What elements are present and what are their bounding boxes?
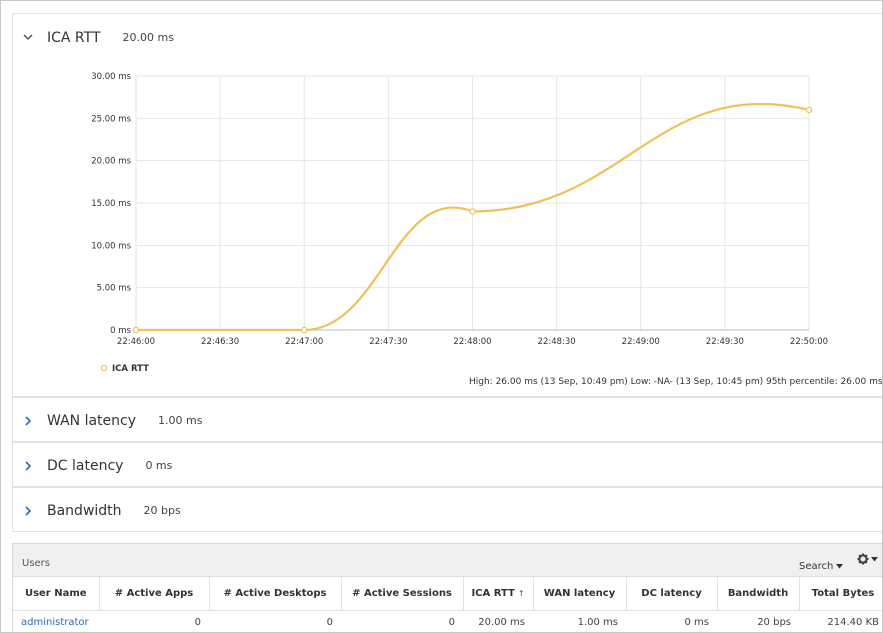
ica-rtt-chart: 22:46:00 22:46:30 22:47:00 22:47:30 22:48:00…: [91, 72, 828, 374]
y-tick-label: 20.00 ms: [91, 157, 131, 167]
column-label: ICA RTT: [471, 587, 515, 599]
table-cell: 214.40 KB: [827, 616, 879, 628]
x-tick-label: 22:50:00: [790, 337, 828, 347]
y-tick-label: 15.00 ms: [91, 199, 131, 209]
settings-menu[interactable]: [857, 553, 878, 565]
data-point: [469, 208, 476, 215]
x-tick-label: 22:47:00: [285, 337, 323, 347]
column-header-ica-rtt[interactable]: ICA RTT ↑: [463, 577, 534, 611]
data-point: [132, 326, 140, 334]
data-point: [301, 326, 308, 334]
chart-summary: High: 26.00 ms (13 Sep, 10:49 pm) Low: -…: [469, 377, 883, 387]
x-tick-label: 22:46:00: [117, 337, 155, 347]
column-header-bandwidth[interactable]: Bandwidth: [717, 577, 800, 611]
x-tick-label: 22:49:30: [706, 337, 744, 347]
bandwidth-panel: Bandwidth 20 bps: [12, 487, 882, 533]
panel-value: 0 ms: [145, 459, 173, 472]
user-name-link[interactable]: administrator: [13, 610, 99, 632]
y-tick-label: 25.00 ms: [91, 114, 131, 124]
table-cell: 20 bps: [757, 616, 791, 628]
column-header-active-sessions[interactable]: # Active Sessions: [341, 577, 464, 611]
chevron-right-icon[interactable]: [21, 459, 35, 473]
y-tick-label: 0 ms: [110, 326, 131, 336]
table-cell: 0 ms: [684, 616, 710, 628]
table-cell: 0: [326, 616, 333, 628]
panel-title: WAN latency: [47, 412, 137, 429]
ica-rtt-panel: ICA RTT 20.00 ms 22:46:00 22:46:30 22:47:0…: [12, 13, 883, 397]
column-header-dc-latency[interactable]: DC latency: [626, 577, 718, 611]
dc-latency-panel: DC latency 0 ms: [12, 442, 882, 488]
table-row[interactable]: administrator 0 0 0 20.00 ms 1.00 ms 0 m…: [13, 610, 882, 632]
search-label: Search: [799, 561, 834, 572]
users-toolbar: Users Search: [13, 544, 882, 577]
table-cell: 0: [194, 616, 201, 628]
panel-value: 20 bps: [143, 504, 181, 517]
x-tick-label: 22:48:00: [453, 337, 491, 347]
y-tick-label: 10.00 ms: [91, 241, 131, 251]
users-title: Users: [22, 558, 51, 569]
column-header-active-desktops[interactable]: # Active Desktops: [209, 577, 342, 611]
panel-value: 1.00 ms: [158, 414, 203, 427]
caret-down-icon: [836, 564, 844, 569]
x-tick-label: 22:48:30: [538, 337, 576, 347]
legend-marker: [100, 364, 108, 372]
column-header-active-apps[interactable]: # Active Apps: [99, 577, 210, 611]
users-table: User Name # Active Apps # Active Desktop…: [13, 577, 882, 632]
wan-latency-panel: WAN latency 1.00 ms: [12, 397, 882, 443]
table-cell: 1.00 ms: [577, 616, 618, 628]
column-header-user-name[interactable]: User Name: [13, 577, 100, 611]
sort-ascending-icon: ↑: [517, 588, 525, 598]
users-panel: Users Search User Name # Active Apps # A…: [12, 543, 882, 632]
gear-icon: [857, 553, 869, 565]
data-point: [805, 106, 813, 114]
dc-latency-header[interactable]: DC latency 0 ms: [13, 443, 172, 488]
table-header-row: User Name # Active Apps # Active Desktop…: [13, 577, 882, 611]
chevron-right-icon[interactable]: [21, 414, 35, 428]
legend-label: ICA RTT: [112, 364, 149, 374]
caret-down-icon: [871, 556, 878, 561]
table-cell: 20.00 ms: [478, 616, 525, 628]
panel-title: DC latency: [47, 457, 124, 474]
x-tick-label: 22:49:00: [622, 337, 660, 347]
x-tick-label: 22:47:30: [369, 337, 407, 347]
bandwidth-header[interactable]: Bandwidth 20 bps: [13, 488, 181, 533]
search-dropdown[interactable]: Search: [799, 561, 844, 572]
dashboard-frame: ICA RTT 20.00 ms 22:46:00 22:46:30 22:47:0…: [0, 0, 883, 633]
column-header-total-bytes[interactable]: Total Bytes: [799, 577, 882, 611]
panel-title: Bandwidth: [47, 502, 122, 519]
wan-latency-header[interactable]: WAN latency 1.00 ms: [13, 398, 202, 443]
y-tick-label: 30.00 ms: [91, 72, 131, 82]
x-tick-label: 22:46:30: [201, 337, 239, 347]
column-header-wan-latency[interactable]: WAN latency: [533, 577, 627, 611]
y-tick-label: 5.00 ms: [97, 284, 132, 294]
table-cell: 0: [448, 616, 455, 628]
chevron-right-icon[interactable]: [21, 504, 35, 518]
